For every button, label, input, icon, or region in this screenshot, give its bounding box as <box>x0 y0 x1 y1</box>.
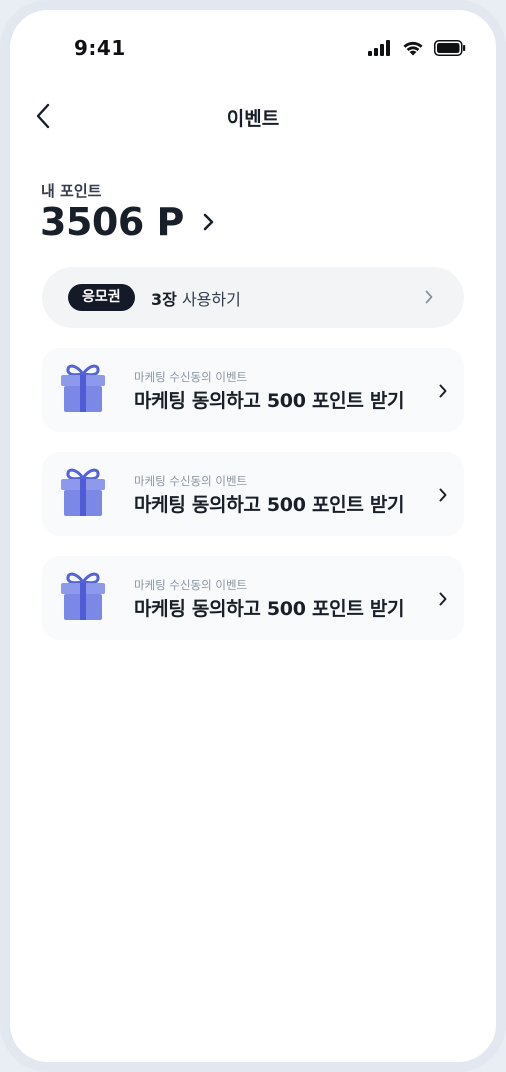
coupon-text: 3장 사용하기 <box>151 286 241 310</box>
gift-icon <box>59 570 107 622</box>
chevron-right-icon <box>438 383 448 403</box>
status-time: 9:41 <box>74 36 126 60</box>
nav-bar: 이벤트 <box>10 90 496 146</box>
chevron-right-icon <box>438 591 448 611</box>
status-bar: 9:41 <box>10 36 496 66</box>
coupon-count: 3장 <box>151 290 177 309</box>
event-card[interactable]: 마케팅 수신동의 이벤트 마케팅 동의하고 500 포인트 받기 <box>42 556 464 640</box>
gift-icon <box>59 466 107 518</box>
battery-icon <box>434 40 466 60</box>
chevron-right-icon <box>424 289 434 309</box>
event-title: 마케팅 동의하고 500 포인트 받기 <box>134 390 405 412</box>
chevron-right-icon <box>202 212 216 232</box>
status-icons <box>368 40 466 60</box>
event-title: 마케팅 동의하고 500 포인트 받기 <box>134 598 405 620</box>
points-link[interactable]: 3506 P <box>40 200 216 244</box>
points-label: 내 포인트 <box>41 182 102 200</box>
wifi-icon <box>402 40 424 60</box>
signal-icon <box>368 40 392 60</box>
points-value: 3506 P <box>40 200 184 244</box>
event-card[interactable]: 마케팅 수신동의 이벤트 마케팅 동의하고 500 포인트 받기 <box>42 348 464 432</box>
event-subtitle: 마케팅 수신동의 이벤트 <box>134 370 248 384</box>
chevron-right-icon <box>438 487 448 507</box>
event-title: 마케팅 동의하고 500 포인트 받기 <box>134 494 405 516</box>
page-title: 이벤트 <box>226 108 280 130</box>
gift-icon <box>59 362 107 414</box>
coupon-use-button[interactable]: 응모권 3장 사용하기 <box>42 267 464 328</box>
coupon-badge: 응모권 <box>68 284 135 311</box>
coupon-action: 사용하기 <box>181 290 241 309</box>
event-subtitle: 마케팅 수신동의 이벤트 <box>134 474 248 488</box>
phone-frame: 9:41 이벤트 내 포인트 3506 P 응모권 3장 사용하기 마케팅 수신… <box>0 0 506 1072</box>
event-card[interactable]: 마케팅 수신동의 이벤트 마케팅 동의하고 500 포인트 받기 <box>42 452 464 536</box>
event-subtitle: 마케팅 수신동의 이벤트 <box>134 578 248 592</box>
